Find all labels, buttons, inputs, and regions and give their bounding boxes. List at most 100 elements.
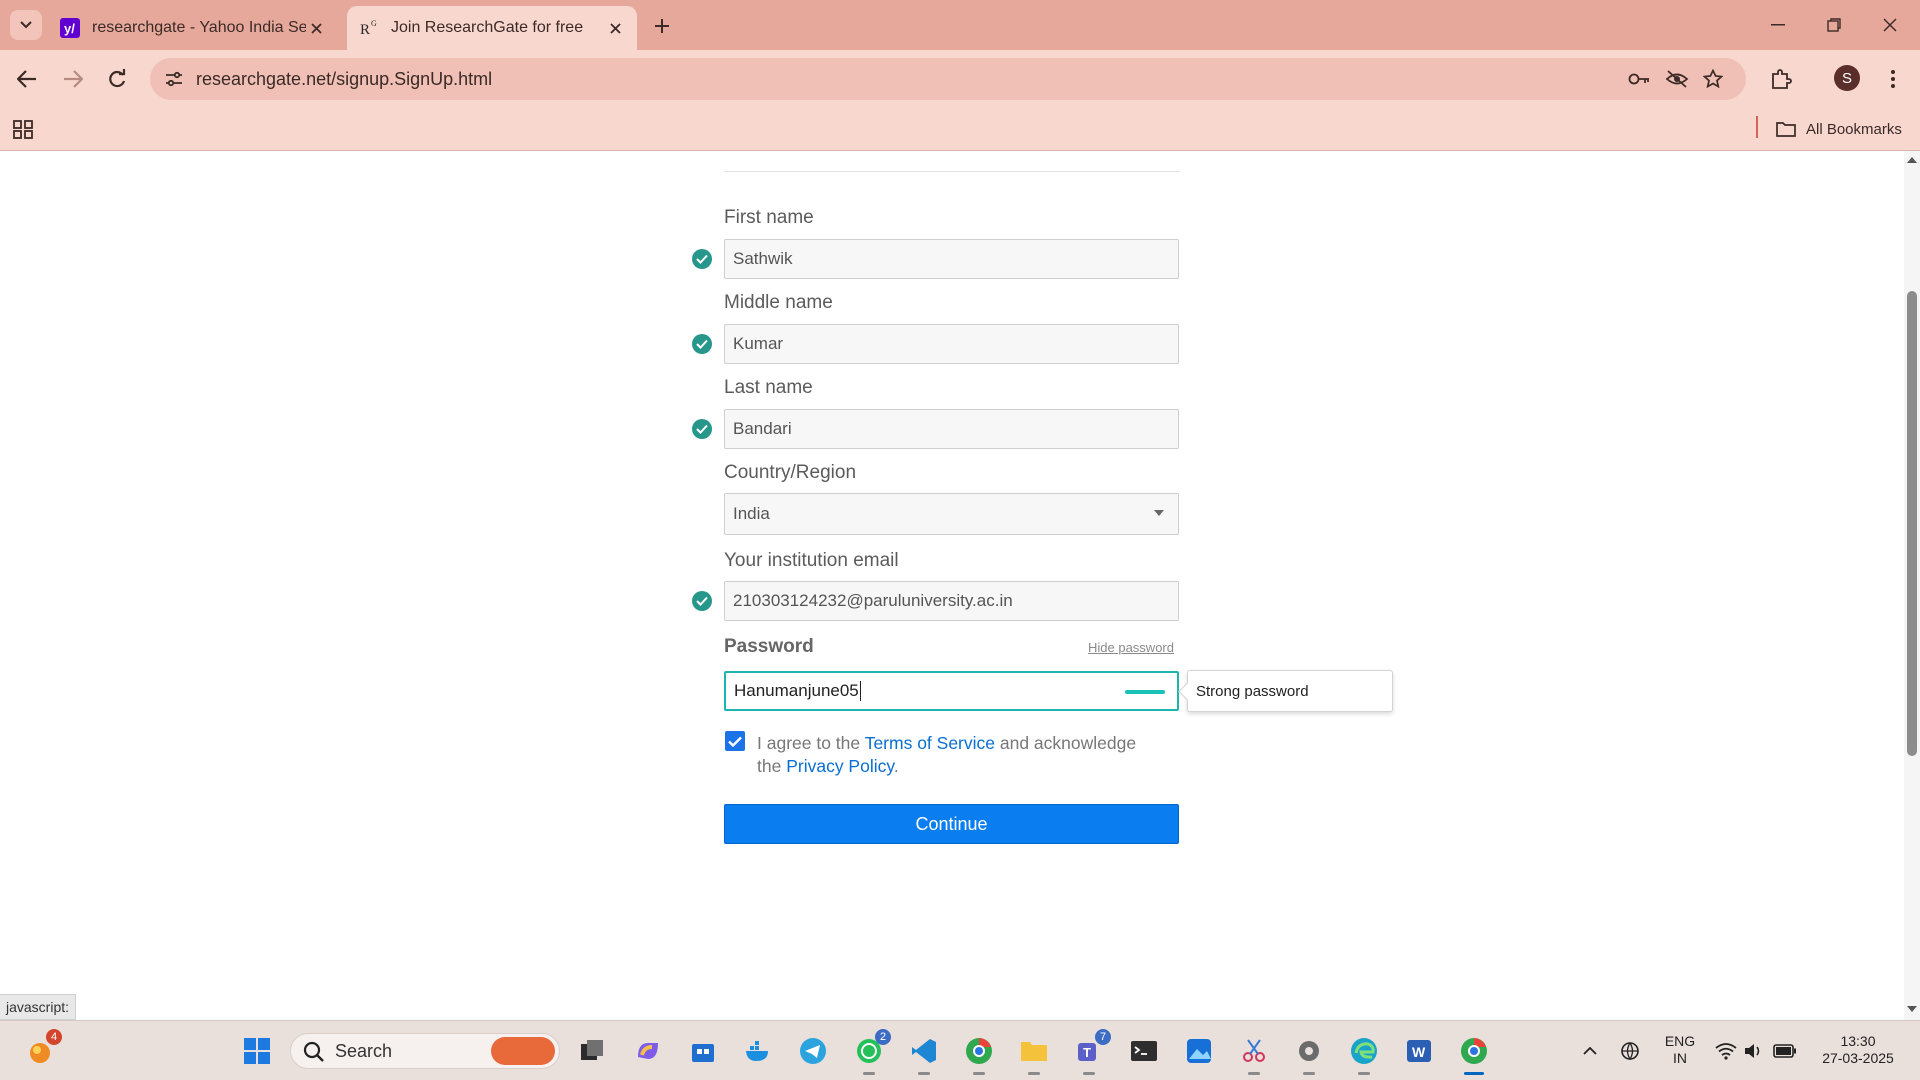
telegram-icon xyxy=(800,1038,826,1064)
teams-button[interactable]: T 7 xyxy=(1071,1029,1111,1075)
password-field[interactable]: Hanumanjune05 xyxy=(724,671,1179,711)
copilot-icon xyxy=(638,1043,658,1059)
snipping-tool-button[interactable] xyxy=(1236,1033,1272,1075)
store-icon xyxy=(692,1044,714,1062)
tab-search-button[interactable] xyxy=(10,10,42,40)
restore-button[interactable] xyxy=(1814,10,1854,40)
vscode-icon xyxy=(912,1039,936,1063)
running-indicator xyxy=(1358,1072,1370,1075)
clock-time: 13:30 xyxy=(1840,1033,1876,1049)
taskbar: 4 Search 2 T 7 W ENG IN 13:30 27-03-2025 xyxy=(0,1020,1920,1080)
close-window-button[interactable] xyxy=(1870,10,1910,40)
settings-button[interactable] xyxy=(1291,1033,1327,1075)
all-bookmarks-button[interactable]: All Bookmarks xyxy=(1776,116,1902,142)
chevron-up-icon xyxy=(1583,1047,1597,1055)
whatsapp-button[interactable]: 2 xyxy=(851,1029,891,1075)
edge-button[interactable] xyxy=(1346,1033,1382,1075)
reload-icon xyxy=(109,69,126,88)
battery-tray-icon[interactable] xyxy=(1770,1033,1800,1069)
eye-slash-icon[interactable] xyxy=(1664,67,1690,91)
store-button[interactable] xyxy=(685,1033,721,1069)
chevron-down-icon xyxy=(20,21,32,29)
clock[interactable]: 13:30 27-03-2025 xyxy=(1808,1033,1908,1067)
apps-grid-icon[interactable] xyxy=(12,118,36,142)
chrome-icon xyxy=(966,1038,992,1064)
running-indicator xyxy=(1083,1072,1095,1075)
notification-badge: 2 xyxy=(875,1029,891,1045)
password-strength-bar xyxy=(1125,690,1165,694)
middle-name-field[interactable]: Kumar xyxy=(724,324,1179,364)
chrome-profile-button[interactable] xyxy=(961,1033,997,1075)
onedrive-tray-button[interactable] xyxy=(1615,1033,1649,1069)
bookmarks-bar: All Bookmarks xyxy=(0,108,1920,151)
password-strength-tooltip: Strong password xyxy=(1187,670,1393,712)
yahoo-icon: y/ xyxy=(60,18,80,38)
middle-name-label: Middle name xyxy=(724,292,833,313)
address-bar[interactable]: researchgate.net/signup.SignUp.html xyxy=(150,58,1746,100)
photos-button[interactable] xyxy=(1181,1033,1217,1069)
wifi-tray-icon[interactable] xyxy=(1712,1033,1740,1069)
network-globe-icon xyxy=(1621,1042,1639,1061)
url-text: researchgate.net/signup.SignUp.html xyxy=(196,69,493,89)
telegram-button[interactable] xyxy=(795,1033,831,1069)
researchgate-icon: RG xyxy=(359,18,379,38)
password-key-icon[interactable] xyxy=(1626,67,1652,91)
task-view-button[interactable] xyxy=(574,1033,610,1069)
folder-icon xyxy=(1776,121,1796,137)
close-icon[interactable] xyxy=(605,18,625,38)
taskbar-search[interactable]: Search xyxy=(290,1033,560,1069)
agree-checkbox[interactable] xyxy=(725,731,745,751)
docker-button[interactable] xyxy=(740,1033,776,1069)
minimize-button[interactable] xyxy=(1758,10,1798,40)
site-info-icon[interactable] xyxy=(160,65,188,93)
first-name-label: First name xyxy=(724,207,814,228)
reload-button[interactable] xyxy=(102,64,132,94)
privacy-policy-link[interactable]: Privacy Policy xyxy=(786,756,894,776)
tab-yahoo-search[interactable]: y/ researchgate - Yahoo India Sear xyxy=(48,6,338,50)
forward-button[interactable] xyxy=(58,64,88,94)
browser-menu-button[interactable] xyxy=(1878,64,1908,94)
tab-researchgate-signup[interactable]: RG Join ResearchGate for free xyxy=(347,6,637,50)
extensions-button[interactable] xyxy=(1766,64,1796,94)
all-bookmarks-label: All Bookmarks xyxy=(1806,120,1902,138)
file-explorer-button[interactable] xyxy=(1016,1033,1052,1075)
scrollbar-thumb[interactable] xyxy=(1907,291,1917,756)
copilot-button[interactable] xyxy=(630,1033,666,1069)
battery-icon xyxy=(1773,1044,1796,1058)
terminal-button[interactable] xyxy=(1126,1033,1162,1069)
last-name-field[interactable]: Bandari xyxy=(724,409,1179,449)
start-button[interactable] xyxy=(239,1033,275,1069)
hide-password-link[interactable]: Hide password xyxy=(1088,640,1174,655)
new-tab-button[interactable] xyxy=(648,12,676,40)
running-indicator xyxy=(1303,1072,1315,1075)
continue-button[interactable]: Continue xyxy=(724,804,1179,844)
email-field[interactable]: 210303124232@paruluniversity.ac.in xyxy=(724,581,1179,621)
word-button[interactable]: W xyxy=(1401,1033,1437,1069)
tray-overflow-button[interactable] xyxy=(1575,1033,1605,1069)
widgets-button[interactable]: 4 xyxy=(22,1029,62,1069)
page-scrollbar[interactable] xyxy=(1904,151,1920,1020)
back-button[interactable] xyxy=(12,64,42,94)
chrome-button[interactable] xyxy=(1456,1033,1492,1075)
plus-icon xyxy=(655,19,669,33)
first-name-field[interactable]: Sathwik xyxy=(724,239,1179,279)
star-bookmark-icon[interactable] xyxy=(1700,67,1726,91)
task-view-icon xyxy=(581,1040,603,1060)
tab-title: Join ResearchGate for free xyxy=(391,19,584,36)
language-indicator[interactable]: ENG IN xyxy=(1662,1033,1698,1067)
close-icon[interactable] xyxy=(306,18,326,38)
scroll-up-arrow-icon[interactable] xyxy=(1907,157,1917,163)
agree-text-prefix: I agree to the xyxy=(757,733,865,753)
bookmarks-divider xyxy=(1756,116,1758,138)
running-indicator xyxy=(863,1072,875,1075)
edge-icon xyxy=(1351,1038,1377,1064)
terms-of-service-link[interactable]: Terms of Service xyxy=(865,733,995,753)
valid-check-icon xyxy=(692,591,712,611)
avatar[interactable]: S xyxy=(1834,65,1860,91)
volume-tray-icon[interactable] xyxy=(1740,1033,1768,1069)
country-select[interactable]: India xyxy=(724,493,1179,535)
windows-logo-icon xyxy=(244,1038,270,1064)
search-highlight-icon xyxy=(491,1037,555,1065)
vscode-button[interactable] xyxy=(906,1033,942,1075)
scroll-down-arrow-icon[interactable] xyxy=(1907,1006,1917,1012)
